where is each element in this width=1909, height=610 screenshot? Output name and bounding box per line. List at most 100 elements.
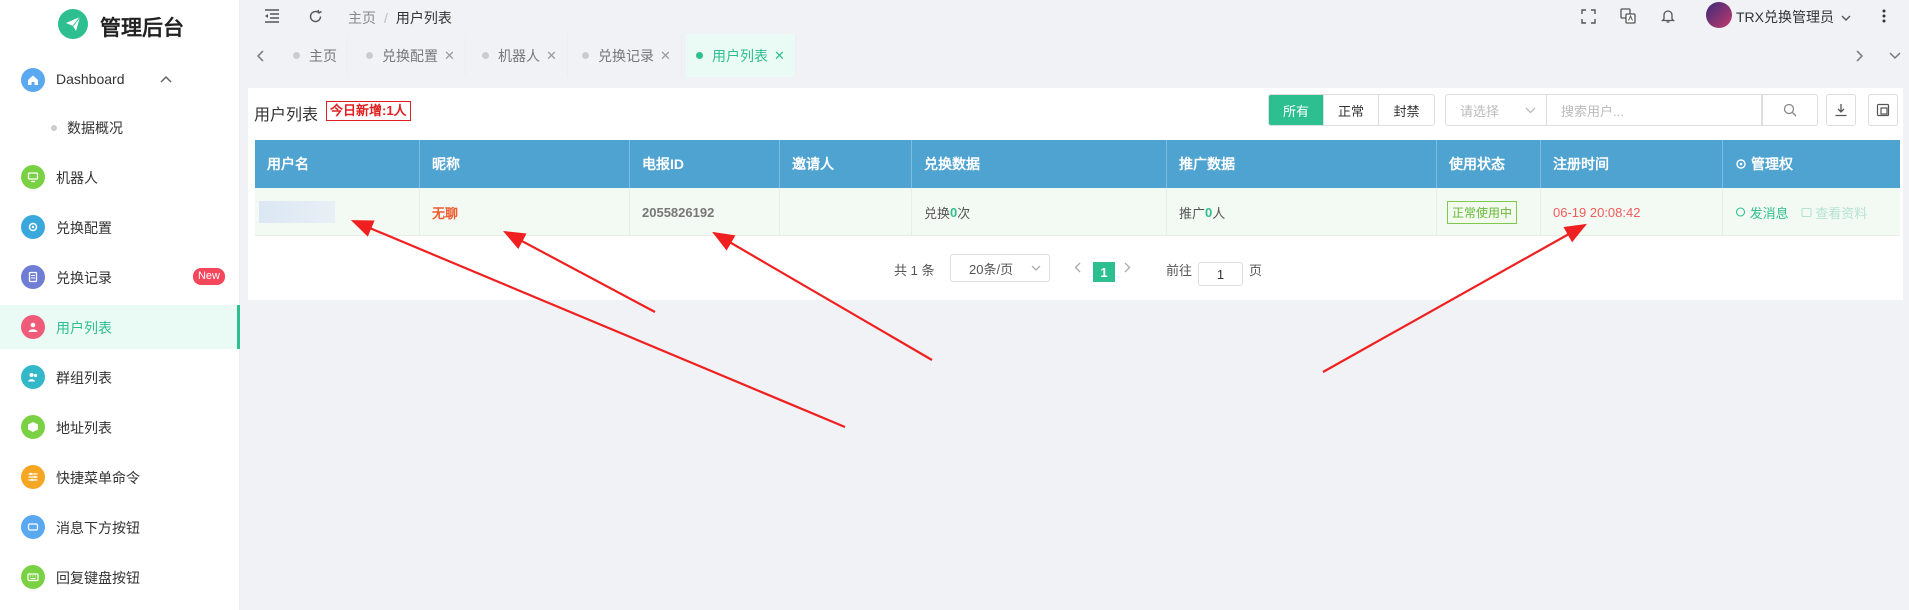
tab-exchange-records[interactable]: 兑换记录 ✕ — [572, 34, 682, 77]
exchange-suffix: 次 — [957, 205, 971, 221]
user-list-card: 用户列表 今日新增:1人 所有 正常 封禁 请选择 搜索用户... 用户名 昵称… — [248, 88, 1903, 300]
logo: 管理后台 — [0, 0, 239, 50]
status-filter: 所有 正常 封禁 — [1268, 94, 1435, 126]
fullscreen-icon[interactable] — [1578, 6, 1598, 26]
filter-banned-button[interactable]: 封禁 — [1379, 95, 1434, 125]
view-profile-link[interactable]: 查看资料 — [1801, 203, 1868, 222]
sidebar-item-label: 快捷菜单命令 — [56, 470, 140, 486]
select-placeholder: 请选择 — [1460, 103, 1500, 119]
sidebar-item-groups[interactable]: 群组列表 — [0, 355, 240, 399]
page-size-select[interactable]: 20条/页 — [950, 254, 1050, 282]
prev-page-icon[interactable] — [1074, 260, 1081, 276]
new-today-badge: 今日新增:1人 — [326, 101, 411, 121]
column-header: 邀请人 — [780, 140, 912, 188]
close-icon[interactable]: ✕ — [774, 48, 785, 64]
goto-page-input[interactable]: 1 — [1198, 262, 1243, 286]
goto-label: 前往 — [1166, 263, 1193, 278]
cell-tg-id: 2055826192 — [630, 188, 780, 236]
tab-label: 机器人 — [498, 47, 540, 64]
total-count: 共 1 条 — [894, 263, 935, 278]
user-name: TRX兑换管理员 — [1736, 9, 1834, 25]
tab-dot — [482, 52, 489, 59]
tab-dot — [366, 52, 373, 59]
tab-users[interactable]: 用户列表 ✕ — [686, 34, 796, 77]
chat-icon — [1735, 206, 1746, 217]
column-header-label: 管理权 — [1751, 156, 1793, 172]
sidebar-item-message-buttons[interactable]: 消息下方按钮 — [0, 505, 240, 549]
gear-icon — [1736, 159, 1746, 169]
close-icon[interactable]: ✕ — [660, 48, 671, 64]
page-suffix: 页 — [1249, 263, 1263, 278]
avatar[interactable] — [1706, 2, 1732, 28]
translate-icon[interactable] — [1618, 6, 1638, 26]
send-message-link[interactable]: 发消息 — [1735, 203, 1789, 222]
close-icon[interactable]: ✕ — [546, 48, 557, 64]
sidebar-item-label: 消息下方按钮 — [56, 520, 140, 536]
field-select[interactable]: 请选择 — [1445, 94, 1547, 126]
tab-home[interactable]: 主页 — [283, 34, 348, 77]
promo-prefix: 推广 — [1179, 205, 1206, 221]
tab-label: 用户列表 — [712, 47, 768, 64]
monitor-icon — [21, 165, 45, 189]
column-header: 使用状态 — [1437, 140, 1541, 188]
tab-scroll-left-icon[interactable] — [250, 46, 270, 66]
download-icon — [1835, 104, 1847, 117]
sidebar-item-users[interactable]: 用户列表 — [0, 305, 240, 349]
search-input[interactable]: 搜索用户... — [1547, 94, 1762, 126]
sidebar-item-label: 回复键盘按钮 — [56, 570, 140, 586]
breadcrumb-current: 用户列表 — [395, 10, 452, 26]
next-page-icon[interactable] — [1124, 260, 1131, 276]
print-button[interactable] — [1868, 94, 1898, 126]
sliders-icon — [21, 465, 45, 489]
sidebar-item-keyboard-buttons[interactable]: 回复键盘按钮 — [0, 555, 240, 599]
view-profile-label: 查看资料 — [1815, 205, 1868, 221]
promo-count: 0 — [1205, 204, 1213, 220]
page-title: 用户列表 — [254, 107, 319, 124]
filter-all-button[interactable]: 所有 — [1269, 95, 1324, 125]
tab-dot — [293, 52, 300, 59]
sidebar-item-dashboard[interactable]: Dashboard — [0, 58, 240, 102]
sidebar-item-label: 用户列表 — [56, 320, 112, 336]
user-menu[interactable]: TRX兑换管理员 — [1736, 7, 1851, 27]
tab-scroll-right-icon[interactable] — [1850, 46, 1870, 66]
rectangle-icon — [21, 515, 45, 539]
tab-menu-chevron-icon[interactable] — [1885, 46, 1905, 66]
cell-promo: 推广 0 人 — [1167, 188, 1437, 236]
app-title: 管理后台 — [100, 17, 184, 40]
sidebar-item-robot[interactable]: 机器人 — [0, 155, 240, 199]
sidebar-item-label: 兑换配置 — [56, 220, 112, 236]
export-button[interactable] — [1826, 94, 1856, 126]
filter-normal-button[interactable]: 正常 — [1324, 95, 1379, 125]
sidebar-item-exchange-config[interactable]: 兑换配置 — [0, 205, 240, 249]
breadcrumb-home[interactable]: 主页 — [348, 10, 376, 26]
sidebar-item-addresses[interactable]: 地址列表 — [0, 405, 240, 449]
group-icon — [21, 365, 45, 389]
tab-label: 兑换记录 — [598, 47, 654, 64]
more-vertical-icon[interactable] — [1874, 6, 1894, 26]
refresh-icon[interactable] — [305, 6, 325, 26]
paper-plane-icon — [58, 9, 88, 39]
sidebar-item-overview[interactable]: 数据概况 — [0, 105, 240, 149]
close-icon[interactable]: ✕ — [444, 48, 455, 64]
tab-label: 主页 — [309, 47, 337, 64]
page-number-current[interactable]: 1 — [1093, 262, 1115, 282]
print-icon — [1876, 103, 1890, 117]
column-header: 注册时间 — [1541, 140, 1723, 188]
search-button[interactable] — [1762, 94, 1818, 126]
sidebar-item-exchange-records[interactable]: 兑换记录 New — [0, 255, 240, 299]
tab-exchange-config[interactable]: 兑换配置 ✕ — [356, 34, 466, 77]
table-row[interactable]: 无聊 2055826192 兑换 0 次 推广 0 人 正常使用中 06-19 20:0… — [255, 188, 1900, 236]
sidebar-item-label: 地址列表 — [56, 420, 112, 436]
cell-username — [255, 188, 420, 236]
chevron-down-icon — [1031, 265, 1041, 271]
tab-robot[interactable]: 机器人 ✕ — [472, 34, 568, 77]
collapse-menu-icon[interactable] — [262, 6, 282, 26]
cell-reg-time: 06-19 20:08:42 — [1541, 188, 1723, 236]
bullet-icon — [51, 125, 57, 131]
chevron-down-icon — [1525, 107, 1536, 114]
bell-icon[interactable] — [1658, 6, 1678, 26]
sidebar-item-quick-menu[interactable]: 快捷菜单命令 — [0, 455, 240, 499]
document-icon — [21, 265, 45, 289]
nickname-text: 无聊 — [432, 205, 459, 221]
sidebar-item-label: 机器人 — [56, 170, 98, 186]
